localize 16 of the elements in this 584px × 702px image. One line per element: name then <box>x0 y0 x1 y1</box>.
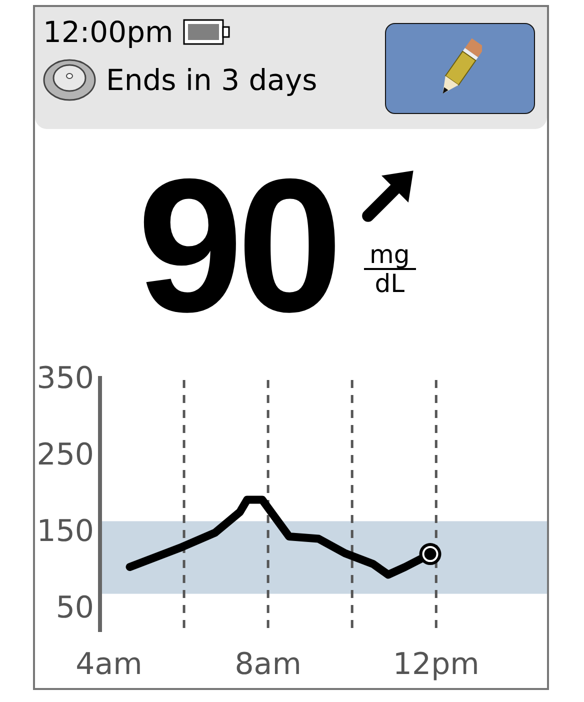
sensor-status-text: Ends in 3 days <box>106 63 318 97</box>
time-text: 12:00pm <box>43 15 174 49</box>
x-tick-label: 12pm <box>392 647 480 682</box>
battery-icon <box>183 19 232 45</box>
glucose-value: 90 <box>137 150 337 341</box>
edit-button[interactable] <box>385 23 535 114</box>
y-tick-label: 150 <box>36 514 94 549</box>
unit-text: mg <box>370 240 410 268</box>
unit-text: dL <box>374 270 405 298</box>
y-tick-label: 250 <box>36 437 94 472</box>
sensor-icon <box>43 59 96 101</box>
current-reading-marker <box>419 543 442 566</box>
x-tick-label: 8am <box>234 647 302 682</box>
x-tick-label: 4am <box>76 647 142 682</box>
y-tick-label: 50 <box>56 590 94 626</box>
y-tick-label: 350 <box>36 361 94 396</box>
